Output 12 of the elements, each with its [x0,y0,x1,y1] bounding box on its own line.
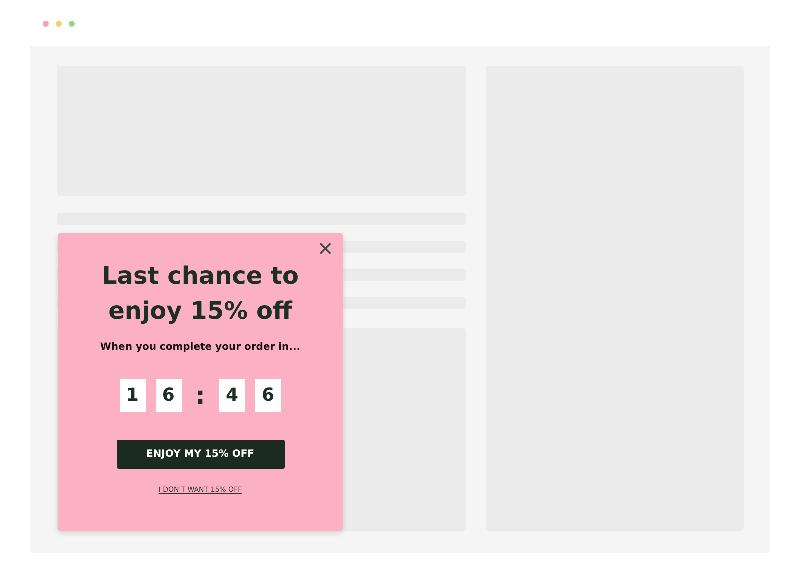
popup-subtitle: When you complete your order in... [100,342,301,353]
discount-button[interactable]: ENJOY MY 15% OFF [116,440,284,469]
countdown-separator: : [196,382,206,410]
close-button[interactable]: × [314,236,337,260]
window-control-icon[interactable] [69,21,75,27]
countdown-digit: 6 [156,379,182,412]
window-control-icon[interactable] [43,21,49,27]
countdown-digit: 6 [255,379,282,412]
popup-title: Last chance to enjoy 15% off [100,261,300,327]
countdown-digit: 4 [219,379,246,412]
window-control-icon[interactable] [56,21,62,27]
countdown-digit: 1 [120,379,146,412]
